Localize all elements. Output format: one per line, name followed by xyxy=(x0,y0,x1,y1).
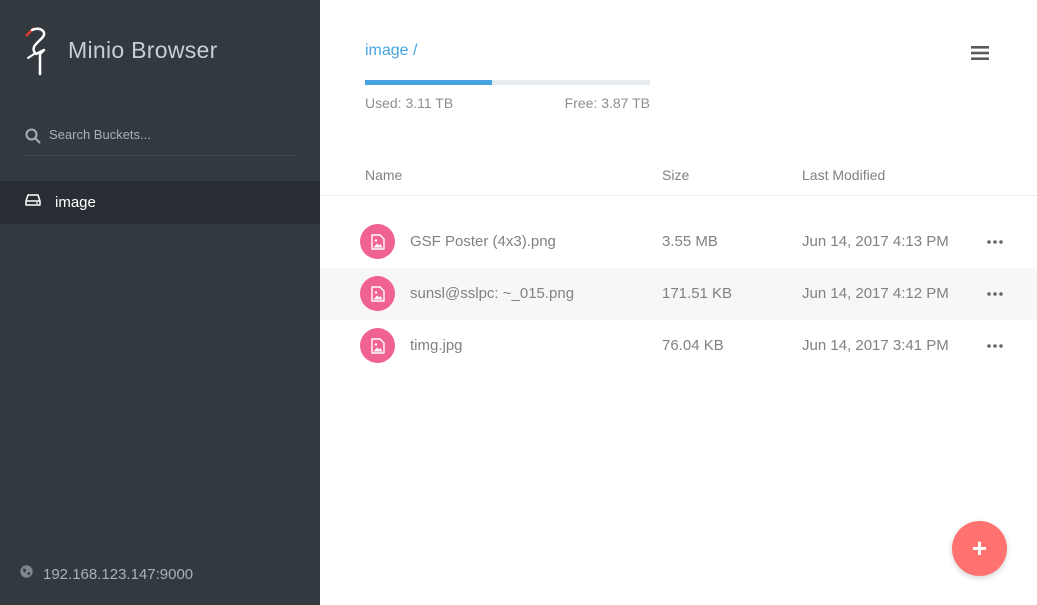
more-actions-button[interactable] xyxy=(986,286,1004,302)
hamburger-menu-icon xyxy=(970,46,990,66)
minio-logo-icon xyxy=(24,24,58,76)
free-storage: Free: 3.87 TB xyxy=(564,95,650,111)
table-row[interactable]: timg.jpg 76.04 KB Jun 14, 2017 3:41 PM xyxy=(320,320,1037,372)
file-modified: Jun 14, 2017 4:13 PM xyxy=(802,233,949,250)
column-header-name[interactable]: Name xyxy=(365,167,402,183)
more-actions-button[interactable] xyxy=(986,234,1004,250)
file-name[interactable]: sunsl@sslpc: ~_015.png xyxy=(410,285,574,302)
image-file-icon xyxy=(360,276,395,311)
column-header-size[interactable]: Size xyxy=(662,167,689,183)
file-modified: Jun 14, 2017 4:12 PM xyxy=(802,285,949,302)
table-header: Name Size Last Modified xyxy=(320,160,1037,196)
logo[interactable]: Minio Browser xyxy=(24,24,218,76)
main-content: image / Used: 3.11 TB Free: 3.87 TB Name… xyxy=(320,0,1037,605)
storage-bar xyxy=(365,80,650,85)
used-storage: Used: 3.11 TB xyxy=(365,95,454,111)
host-info: 192.168.123.147:9000 xyxy=(20,565,193,583)
search-input[interactable] xyxy=(49,124,289,142)
storage-usage: Used: 3.11 TB Free: 3.87 TB xyxy=(365,80,650,111)
file-size: 171.51 KB xyxy=(662,285,733,302)
image-file-icon xyxy=(360,328,395,363)
table-row[interactable]: sunsl@sslpc: ~_015.png 171.51 KB Jun 14,… xyxy=(320,268,1037,320)
column-header-last-modified[interactable]: Last Modified xyxy=(802,167,885,183)
more-actions-button[interactable] xyxy=(986,338,1004,354)
file-name[interactable]: timg.jpg xyxy=(410,337,463,354)
globe-icon xyxy=(20,565,33,583)
image-file-icon xyxy=(360,224,395,259)
menu-button[interactable] xyxy=(970,44,990,62)
storage-bar-fill xyxy=(365,80,492,85)
bucket-item-image[interactable]: image xyxy=(0,181,320,224)
ellipsis-icon xyxy=(986,289,1004,306)
file-modified: Jun 14, 2017 3:41 PM xyxy=(802,337,949,354)
file-name[interactable]: GSF Poster (4x3).png xyxy=(410,233,556,250)
sidebar: Minio Browser image 19 xyxy=(0,0,320,605)
host-address: 192.168.123.147:9000 xyxy=(43,565,194,583)
search-icon xyxy=(25,124,41,149)
breadcrumb-separator: / xyxy=(413,42,418,59)
bucket-label: image xyxy=(55,194,96,211)
ellipsis-icon xyxy=(986,237,1004,254)
file-list: GSF Poster (4x3).png 3.55 MB Jun 14, 201… xyxy=(320,216,1037,372)
hard-drive-icon xyxy=(25,193,41,212)
add-button[interactable]: + xyxy=(952,521,1007,576)
file-size: 3.55 MB xyxy=(662,233,718,250)
ellipsis-icon xyxy=(986,341,1004,358)
table-row[interactable]: GSF Poster (4x3).png 3.55 MB Jun 14, 201… xyxy=(320,216,1037,268)
app-title: Minio Browser xyxy=(68,36,218,63)
breadcrumb: image / xyxy=(365,42,417,60)
breadcrumb-bucket-link[interactable]: image xyxy=(365,42,409,59)
file-size: 76.04 KB xyxy=(662,337,724,354)
search-buckets xyxy=(25,124,295,156)
